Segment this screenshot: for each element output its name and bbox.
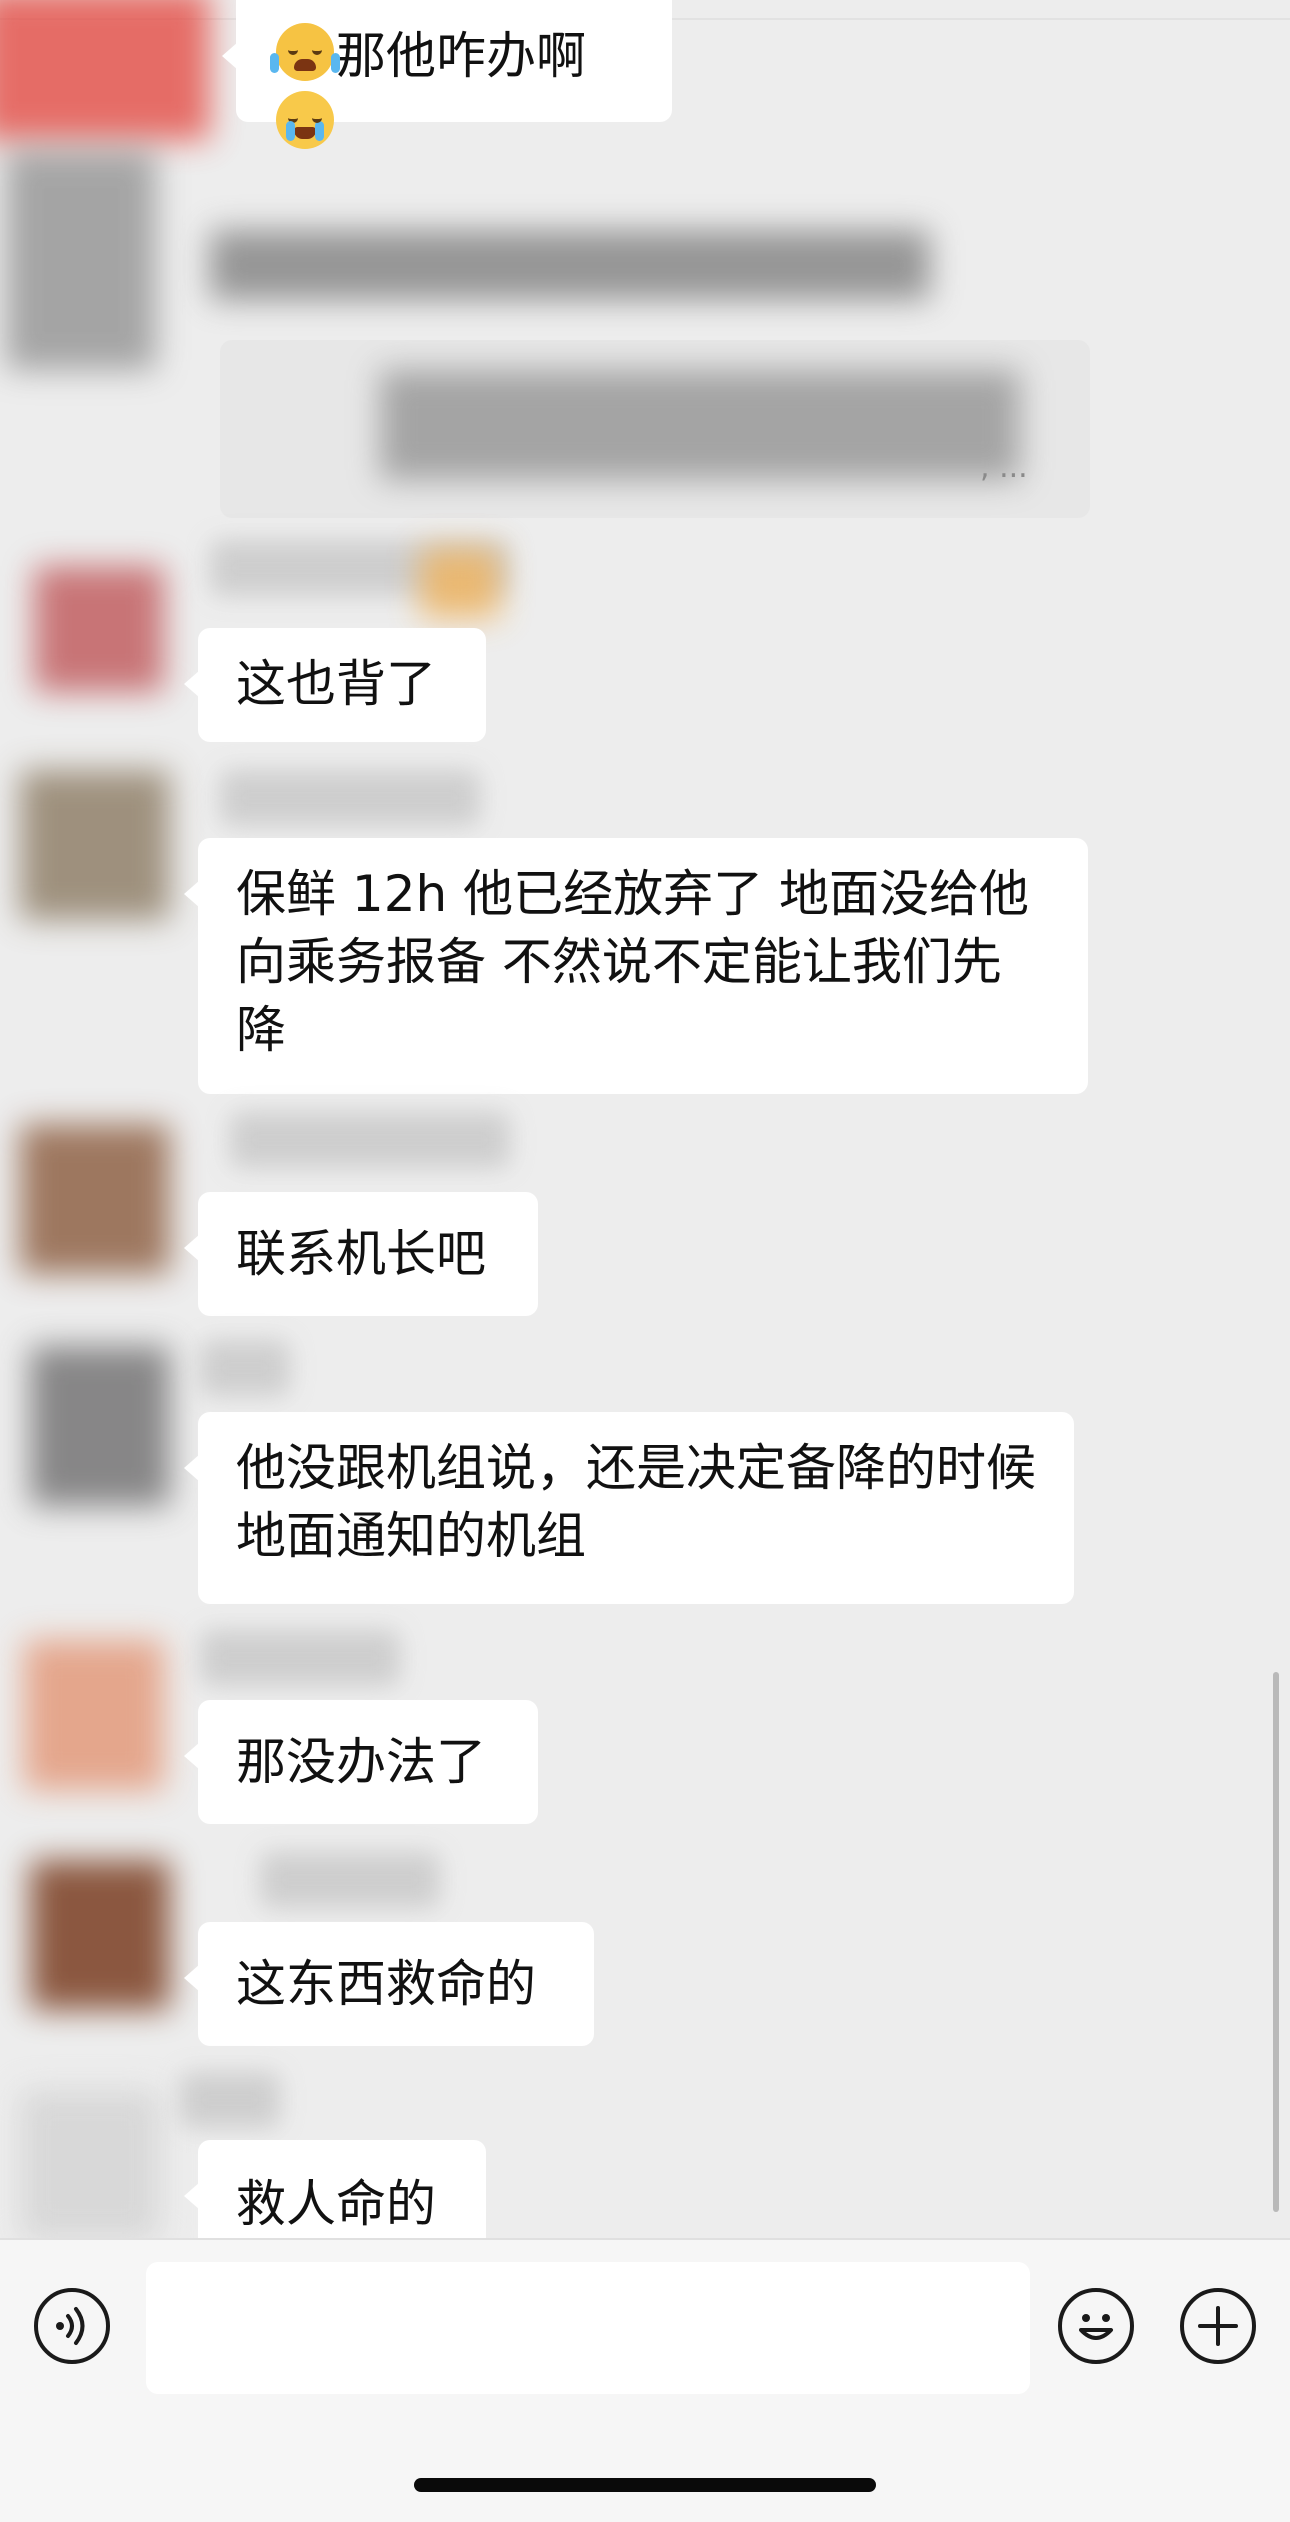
sender-name-extra <box>420 548 500 618</box>
message-text: 救人命的 <box>236 2175 436 2233</box>
sender-name <box>220 770 480 826</box>
plus-icon <box>1198 2306 1238 2346</box>
message-text: 保鲜 12h 他已经放弃了 地面没给他向乘务报备 不然说不定能让我们先降 <box>236 865 1029 1059</box>
more-options-button[interactable] <box>1180 2288 1256 2364</box>
message-bubble[interactable]: 救人命的 <box>184 2140 486 2238</box>
message-text: 这东西救命的 <box>236 1955 536 2013</box>
avatar[interactable] <box>20 1124 170 1274</box>
message-text: 他没跟机组说，还是决定备降的时候地面通知的机组 <box>236 1439 1036 1565</box>
message-text: 这也背了 <box>236 655 436 713</box>
sender-name <box>180 2072 280 2128</box>
message-text: 那没办法了 <box>236 1733 486 1791</box>
message-text: 那他咋办啊 <box>336 27 586 85</box>
redacted-name <box>210 230 930 300</box>
preview-ellipsis: , ... <box>980 450 1028 485</box>
sender-name <box>200 1630 400 1686</box>
emoji-button[interactable] <box>1058 2288 1134 2364</box>
message-bubble[interactable]: 这也背了 <box>184 628 486 742</box>
avatar[interactable] <box>34 566 164 692</box>
message-bubble[interactable]: 那没办法了 <box>184 1700 538 1824</box>
crying-laughing-emoji <box>270 23 340 81</box>
avatar[interactable] <box>20 2090 160 2238</box>
redacted-message-bubble[interactable]: , ... <box>220 340 1090 518</box>
voice-input-button[interactable] <box>34 2288 110 2364</box>
sender-name <box>260 1852 440 1908</box>
message-bubble[interactable]: 那他咋办啊 <box>222 0 672 149</box>
voice-input-icon <box>56 2307 85 2345</box>
sender-name <box>200 1340 290 1396</box>
crying-emoji <box>276 91 334 149</box>
avatar[interactable] <box>20 770 170 920</box>
avatar[interactable] <box>30 1860 170 2010</box>
avatar[interactable] <box>24 1640 164 1790</box>
message-text: 联系机长吧 <box>236 1225 486 1283</box>
message-bubble[interactable]: 保鲜 12h 他已经放弃了 地面没给他向乘务报备 不然说不定能让我们先降 <box>184 838 1088 1094</box>
home-indicator[interactable] <box>414 2478 876 2492</box>
message-input[interactable] <box>146 2262 1030 2394</box>
emoji-icon <box>1079 2314 1113 2340</box>
avatar[interactable] <box>0 0 210 140</box>
message-bubble[interactable]: 联系机长吧 <box>184 1192 538 1316</box>
chat-message-list[interactable]: 那他咋办啊 , ... 这也背了 保鲜 12h 他已经放弃了 地面没给他向乘务报… <box>0 0 1290 2238</box>
avatar[interactable] <box>30 1346 170 1506</box>
message-bubble[interactable]: 他没跟机组说，还是决定备降的时候地面通知的机组 <box>184 1412 1074 1604</box>
message-bubble[interactable]: 这东西救命的 <box>184 1922 594 2046</box>
redacted-content <box>380 370 1020 480</box>
scrollbar[interactable] <box>1273 1672 1279 2212</box>
avatar[interactable] <box>6 150 156 370</box>
sender-name <box>230 1112 510 1168</box>
